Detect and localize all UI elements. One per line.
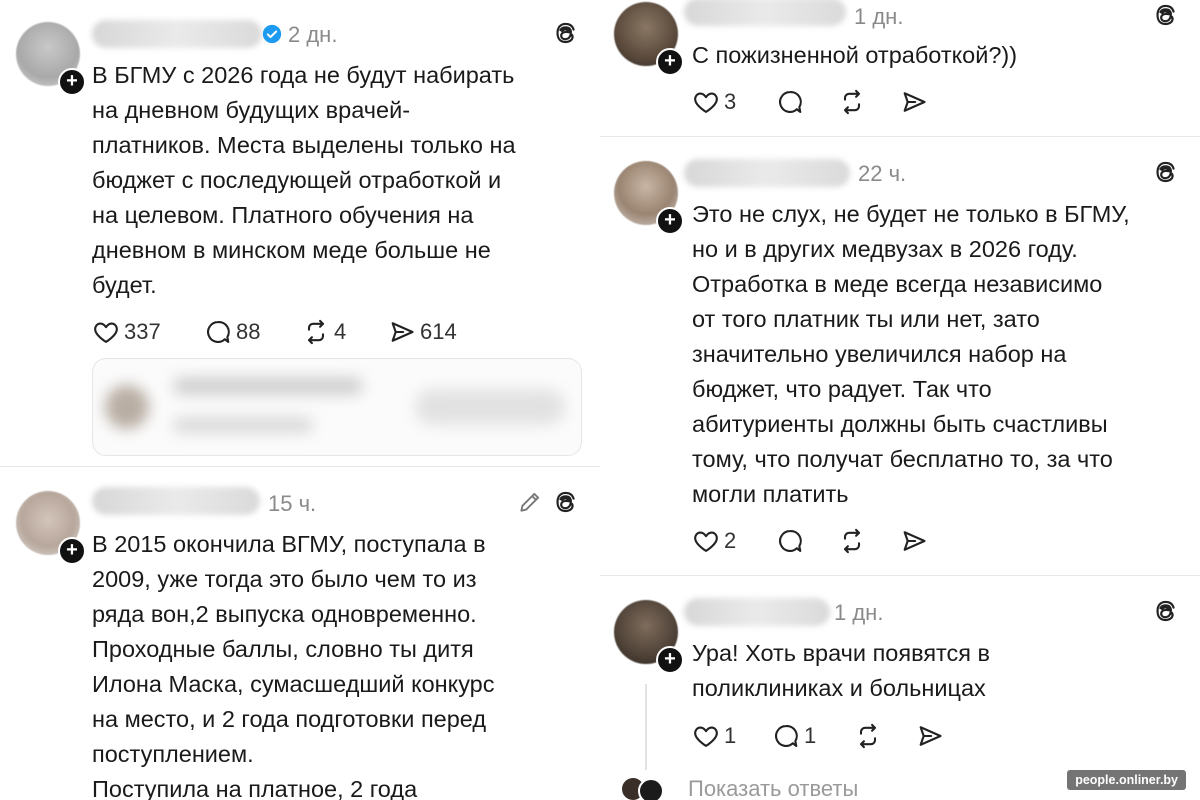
post-text: Ура! Хоть врачи появятся в поликлиниках … xyxy=(692,640,991,701)
threads-icon[interactable] xyxy=(552,20,578,46)
like-count: 337 xyxy=(124,319,161,344)
username-blurred[interactable] xyxy=(92,20,262,48)
like-count: 1 xyxy=(724,723,737,748)
follow-plus-icon[interactable]: + xyxy=(58,537,86,565)
follow-plus-icon[interactable]: + xyxy=(656,48,684,76)
repost-icon xyxy=(302,318,330,346)
comment-icon xyxy=(204,318,232,346)
threads-icon[interactable] xyxy=(1152,598,1178,624)
share-icon xyxy=(900,527,928,555)
reply-button[interactable] xyxy=(776,88,838,116)
share-count: 614 xyxy=(420,319,457,344)
embed-text-blurred xyxy=(173,417,313,433)
show-replies-link[interactable]: Показать ответы xyxy=(688,776,858,800)
post-time: 2 дн. xyxy=(288,22,338,47)
follow-plus-icon[interactable]: + xyxy=(656,207,684,235)
comment-icon xyxy=(776,88,804,116)
heart-icon xyxy=(692,527,720,555)
verified-badge-icon xyxy=(262,24,282,44)
share-button[interactable]: 614 xyxy=(388,318,478,346)
post-actions: 2 xyxy=(692,527,962,555)
reply-count: 88 xyxy=(236,319,261,344)
reply-count: 1 xyxy=(804,723,817,748)
embed-avatar-blurred xyxy=(105,385,149,429)
like-button[interactable]: 337 xyxy=(92,318,204,346)
post-time: 15 ч. xyxy=(268,491,317,516)
embed-button-blurred xyxy=(415,389,565,425)
like-count: 3 xyxy=(724,89,737,114)
post-2: + 15 ч. В 2015 окончила ВГМУ, поступала … xyxy=(0,467,600,800)
repost-button[interactable] xyxy=(838,527,900,555)
username-blurred[interactable] xyxy=(684,159,850,187)
share-button[interactable] xyxy=(900,527,962,555)
heart-icon xyxy=(692,722,720,750)
like-count: 2 xyxy=(724,528,737,553)
comment-icon xyxy=(772,722,800,750)
like-button[interactable]: 3 xyxy=(692,88,776,116)
follow-plus-icon[interactable]: + xyxy=(58,68,86,96)
follow-plus-icon[interactable]: + xyxy=(656,646,684,674)
threads-icon[interactable] xyxy=(552,489,578,515)
username-blurred[interactable] xyxy=(92,487,260,515)
post-actions: 1 1 xyxy=(692,722,978,750)
post-actions: 3 xyxy=(692,88,962,116)
threads-icon[interactable] xyxy=(1152,159,1178,185)
watermark: people.onliner.by xyxy=(1067,770,1186,790)
embed-text-blurred xyxy=(173,377,363,395)
reply-post-1: + 1 дн. С пожизненной отработкой?)) 3 xyxy=(600,0,1200,134)
embedded-card-blurred[interactable] xyxy=(92,358,582,456)
reply-button[interactable] xyxy=(776,527,838,555)
pencil-icon[interactable] xyxy=(517,489,543,515)
repost-icon xyxy=(854,722,882,750)
share-icon xyxy=(900,88,928,116)
like-button[interactable]: 1 xyxy=(692,722,772,750)
repost-button[interactable]: 4 xyxy=(302,318,388,346)
thread-line xyxy=(645,684,647,770)
repost-button[interactable] xyxy=(854,722,916,750)
reply-avatar xyxy=(638,778,664,800)
repost-icon xyxy=(838,88,866,116)
post-actions: 337 88 4 614 xyxy=(92,318,478,346)
repost-button[interactable] xyxy=(838,88,900,116)
reply-post-2: + 22 ч. Это не слух, не будет не только … xyxy=(600,137,1200,572)
share-icon xyxy=(916,722,944,750)
reply-post-3: + 1 дн. Ура! Хоть врачи появятся в полик… xyxy=(600,576,1200,800)
share-button[interactable] xyxy=(916,722,978,750)
share-button[interactable] xyxy=(900,88,962,116)
post-1: + 2 дн. В БГМУ с 2026 года не будут наби… xyxy=(0,0,600,465)
heart-icon xyxy=(692,88,720,116)
post-time: 1 дн. xyxy=(854,4,904,29)
like-button[interactable]: 2 xyxy=(692,527,776,555)
username-blurred[interactable] xyxy=(684,598,830,626)
threads-icon[interactable] xyxy=(1152,2,1178,28)
username-blurred[interactable] xyxy=(684,0,846,26)
post-text: Это не слух, не будет не только в БГМУ, … xyxy=(692,201,1130,507)
right-column: + 1 дн. С пожизненной отработкой?)) 3 + … xyxy=(600,0,1200,800)
post-time: 22 ч. xyxy=(858,161,907,186)
repost-count: 4 xyxy=(334,319,347,344)
heart-icon xyxy=(92,318,120,346)
left-column: + 2 дн. В БГМУ с 2026 года не будут наби… xyxy=(0,0,600,800)
post-time: 1 дн. xyxy=(834,600,884,625)
post-text: С пожизненной отработкой?)) xyxy=(692,42,1018,68)
reply-button[interactable]: 1 xyxy=(772,722,854,750)
post-text: В 2015 окончила ВГМУ, поступала в 2009, … xyxy=(92,531,495,800)
repost-icon xyxy=(838,527,866,555)
comment-icon xyxy=(776,527,804,555)
share-icon xyxy=(388,318,416,346)
reply-button[interactable]: 88 xyxy=(204,318,302,346)
post-text: В БГМУ с 2026 года не будут набирать на … xyxy=(92,62,516,298)
